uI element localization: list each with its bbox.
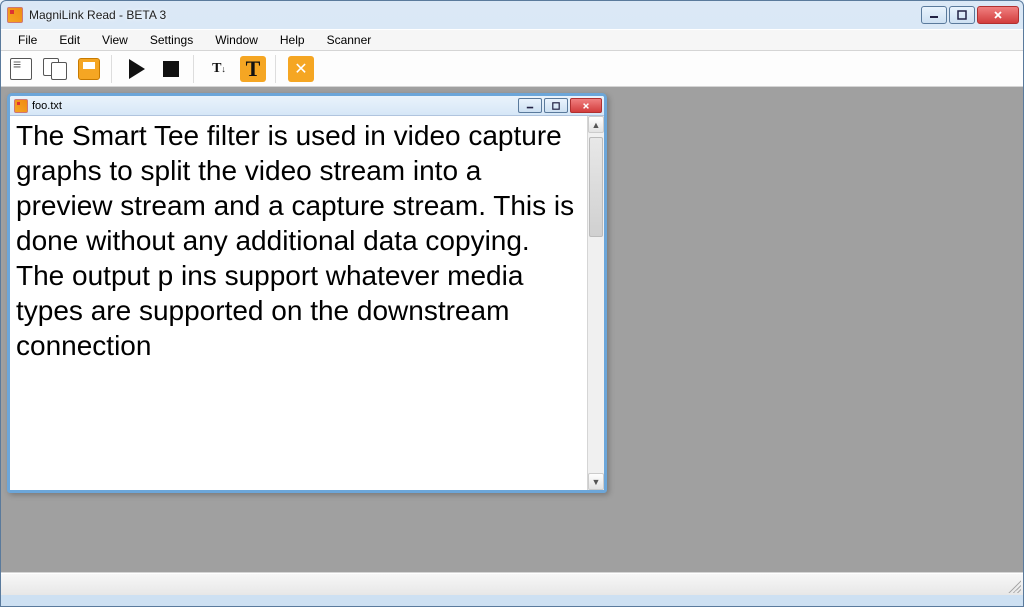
child-titlebar[interactable]: foo.txt — [10, 96, 604, 116]
menu-edit[interactable]: Edit — [48, 30, 91, 50]
menu-view[interactable]: View — [91, 30, 139, 50]
close-button[interactable] — [977, 6, 1019, 24]
multi-doc-button[interactable] — [39, 54, 71, 84]
text-size-large-icon: T — [240, 56, 266, 82]
toolbar-separator — [111, 55, 115, 83]
toolbar-separator — [275, 55, 279, 83]
maximize-button[interactable] — [949, 6, 975, 24]
menubar: File Edit View Settings Window Help Scan… — [1, 29, 1023, 51]
multi-doc-icon — [43, 58, 67, 80]
save-icon — [78, 58, 100, 80]
toolbar-separator — [193, 55, 197, 83]
stop-button[interactable] — [155, 54, 187, 84]
text-size-small-button[interactable]: T↓ — [203, 54, 235, 84]
menu-scanner[interactable]: Scanner — [316, 30, 383, 50]
minimize-button[interactable] — [921, 6, 947, 24]
menu-file[interactable]: File — [7, 30, 48, 50]
new-doc-icon — [10, 58, 32, 80]
scroll-track[interactable] — [588, 133, 604, 473]
play-icon — [129, 59, 145, 79]
text-size-small-icon: T↓ — [212, 61, 226, 77]
scroll-thumb[interactable] — [589, 137, 603, 237]
statusbar — [1, 573, 1023, 595]
new-doc-button[interactable] — [5, 54, 37, 84]
menu-window[interactable]: Window — [204, 30, 269, 50]
child-minimize-button[interactable] — [518, 98, 542, 113]
stop-icon — [163, 61, 179, 77]
resize-grip-icon[interactable] — [1007, 579, 1021, 593]
document-text[interactable]: The Smart Tee filter is used in video ca… — [10, 116, 587, 490]
menu-settings[interactable]: Settings — [139, 30, 204, 50]
child-window-title: foo.txt — [32, 100, 62, 112]
child-body: The Smart Tee filter is used in video ca… — [10, 116, 604, 490]
tools-icon: ✕ — [288, 56, 314, 82]
toolbar: T↓ T ✕ — [1, 51, 1023, 87]
scroll-up-arrow-icon[interactable]: ▲ — [588, 116, 604, 133]
vertical-scrollbar[interactable]: ▲ ▼ — [587, 116, 604, 490]
mdi-client-area: foo.txt The Smart Tee filter is used in … — [1, 87, 1023, 573]
child-maximize-button[interactable] — [544, 98, 568, 113]
window-title: MagniLink Read - BETA 3 — [29, 8, 166, 22]
tools-button[interactable]: ✕ — [285, 54, 317, 84]
play-button[interactable] — [121, 54, 153, 84]
text-size-large-button[interactable]: T — [237, 54, 269, 84]
titlebar[interactable]: MagniLink Read - BETA 3 — [1, 1, 1023, 29]
app-icon — [7, 7, 23, 23]
document-icon — [14, 99, 28, 113]
save-button[interactable] — [73, 54, 105, 84]
child-window[interactable]: foo.txt The Smart Tee filter is used in … — [7, 93, 607, 493]
menu-help[interactable]: Help — [269, 30, 316, 50]
main-window: MagniLink Read - BETA 3 File Edit View S… — [0, 0, 1024, 607]
scroll-down-arrow-icon[interactable]: ▼ — [588, 473, 604, 490]
child-close-button[interactable] — [570, 98, 602, 113]
